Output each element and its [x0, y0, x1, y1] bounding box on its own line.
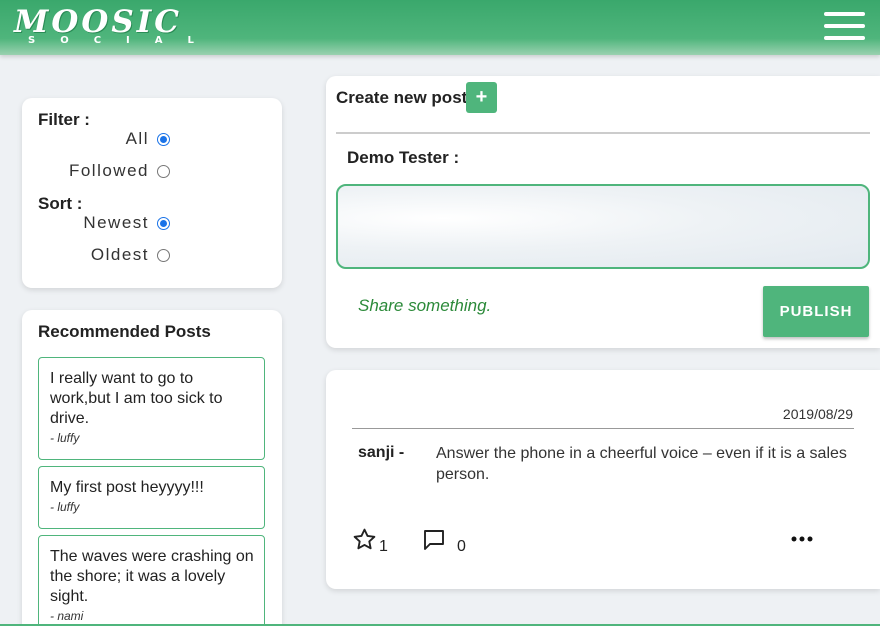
recommended-posts-panel: Recommended Posts I really want to go to…	[22, 310, 282, 626]
filter-label: Filter :	[38, 110, 90, 129]
recommended-post-item[interactable]: I really want to go to work,but I am too…	[38, 357, 265, 460]
logo-title: MOOSIC	[14, 4, 182, 40]
recommended-post-author: - nami	[50, 609, 84, 623]
sort-option-oldest[interactable]: Oldest	[91, 244, 170, 266]
post-card: 2019/08/29 sanji - Answer the phone in a…	[326, 370, 880, 589]
logo-subtitle: SOCIAL	[28, 35, 219, 46]
recommended-post-item[interactable]: My first post heyyyy!!! - luffy	[38, 466, 265, 529]
post-author[interactable]: sanji -	[358, 444, 404, 462]
post-author-label: Demo Tester :	[347, 148, 460, 167]
sort-option-label: Newest	[83, 213, 149, 232]
divider	[336, 132, 870, 134]
star-count: 1	[379, 538, 388, 555]
sort-label: Sort :	[38, 194, 83, 213]
recommended-post-text: My first post heyyyy!!!	[50, 479, 204, 496]
app-header: MOOSIC SOCIAL	[0, 0, 880, 55]
filter-option-label: All	[125, 129, 149, 148]
post-text: Answer the phone in a cheerful voice – e…	[436, 445, 847, 483]
sort-option-newest[interactable]: Newest	[83, 212, 170, 234]
filter-all-radio[interactable]	[157, 132, 170, 146]
recommended-post-author: - luffy	[50, 431, 80, 445]
divider	[352, 428, 854, 429]
recommended-title: Recommended Posts	[38, 322, 211, 341]
recommended-post-text: The waves were crashing on the shore; it…	[50, 548, 254, 605]
sort-newest-radio[interactable]	[157, 216, 170, 230]
recommended-post-author: - luffy	[50, 500, 80, 514]
post-date: 2019/08/29	[782, 406, 853, 422]
create-post-title: Create new post	[336, 88, 468, 107]
comment-count: 0	[457, 538, 466, 555]
sort-oldest-radio[interactable]	[157, 248, 170, 262]
publish-button[interactable]: PUBLISH	[763, 286, 869, 337]
hamburger-menu-icon[interactable]	[824, 12, 865, 40]
more-options-icon[interactable]	[791, 536, 813, 542]
create-post-panel: Create new post + Demo Tester : Share so…	[326, 76, 880, 348]
filter-option-label: Followed	[68, 161, 149, 180]
filter-option-all[interactable]: All	[126, 128, 170, 150]
recommended-post-text: I really want to go to work,but I am too…	[50, 370, 223, 427]
share-hint: Share something.	[358, 296, 492, 315]
filter-followed-radio[interactable]	[157, 164, 170, 178]
add-post-button[interactable]: +	[466, 82, 497, 113]
star-icon[interactable]	[352, 527, 377, 552]
filter-option-followed[interactable]: Followed	[69, 160, 170, 182]
comment-icon[interactable]	[422, 528, 446, 552]
filter-panel: Filter : All Followed Sort : Newest Olde…	[22, 98, 282, 288]
sort-option-label: Oldest	[90, 245, 149, 264]
app-logo[interactable]: MOOSIC SOCIAL	[14, 6, 228, 48]
post-content-input[interactable]	[336, 184, 870, 269]
recommended-post-item[interactable]: The waves were crashing on the shore; it…	[38, 535, 265, 626]
